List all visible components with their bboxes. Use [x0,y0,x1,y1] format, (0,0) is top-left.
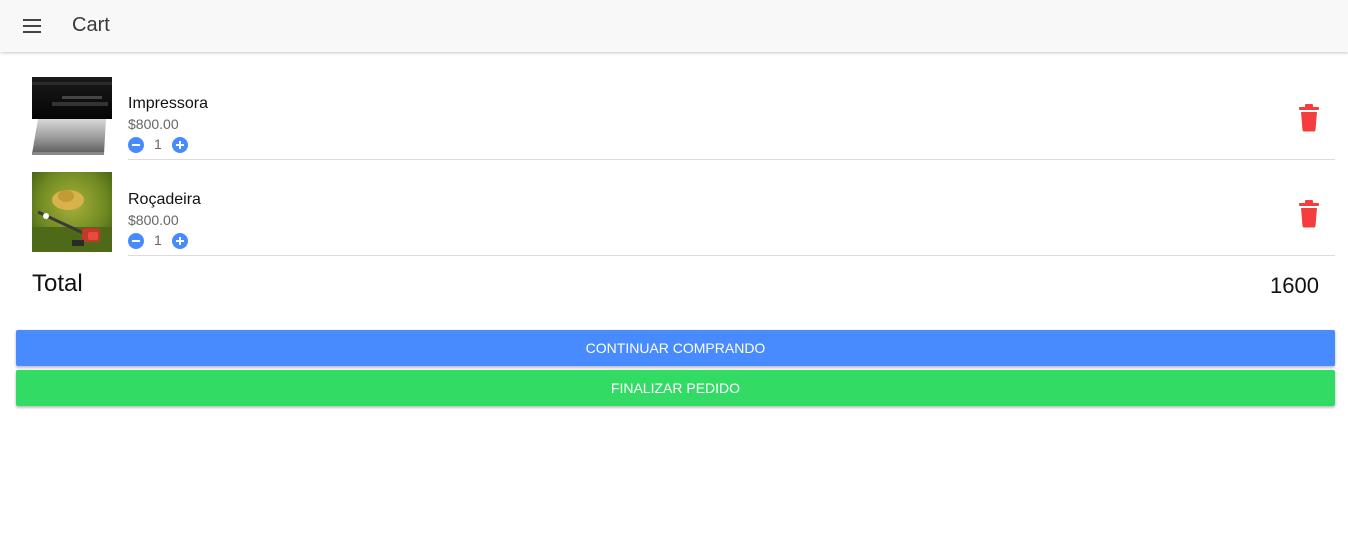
quantity-value: 1 [154,232,162,248]
finish-order-button[interactable]: Finalizar pedido [16,370,1335,406]
trash-icon [1299,200,1319,228]
item-name: Roçadeira [128,191,201,208]
printer-photo [32,76,112,156]
decrease-quantity-button[interactable] [128,233,144,249]
delete-item-button[interactable] [1297,104,1321,132]
minus-circle-icon [132,144,140,146]
increase-quantity-button[interactable] [172,233,188,249]
increase-quantity-button[interactable] [172,137,188,153]
item-price: $800.00 [128,116,179,132]
item-name: Impressora [128,95,209,112]
menu-icon [23,19,41,33]
continue-shopping-button[interactable]: Continuar comprando [16,330,1335,366]
app-toolbar: Cart [0,0,1348,52]
item-divider [128,255,1335,256]
decrease-quantity-button[interactable] [128,137,144,153]
item-price: $800.00 [128,212,179,228]
plus-circle-icon [176,141,184,149]
item-body: Impressora $800.00 1 [128,64,1335,160]
total-value: 1600 [1270,273,1319,298]
plus-circle-icon [176,237,184,245]
cart-item: Roçadeira $800.00 1 [16,160,1335,256]
quantity-value: 1 [154,136,162,152]
brush-cutter-photo [32,172,112,252]
cart-total: Total 1600 [0,260,1348,310]
trash-icon [1299,104,1319,132]
page-title: Cart [72,14,110,36]
cart-item: Impressora $800.00 1 [16,64,1335,160]
minus-circle-icon [132,240,140,242]
total-label: Total [32,270,83,297]
menu-button[interactable] [14,8,50,44]
item-body: Roçadeira $800.00 1 [128,160,1335,256]
delete-item-button[interactable] [1297,200,1321,228]
